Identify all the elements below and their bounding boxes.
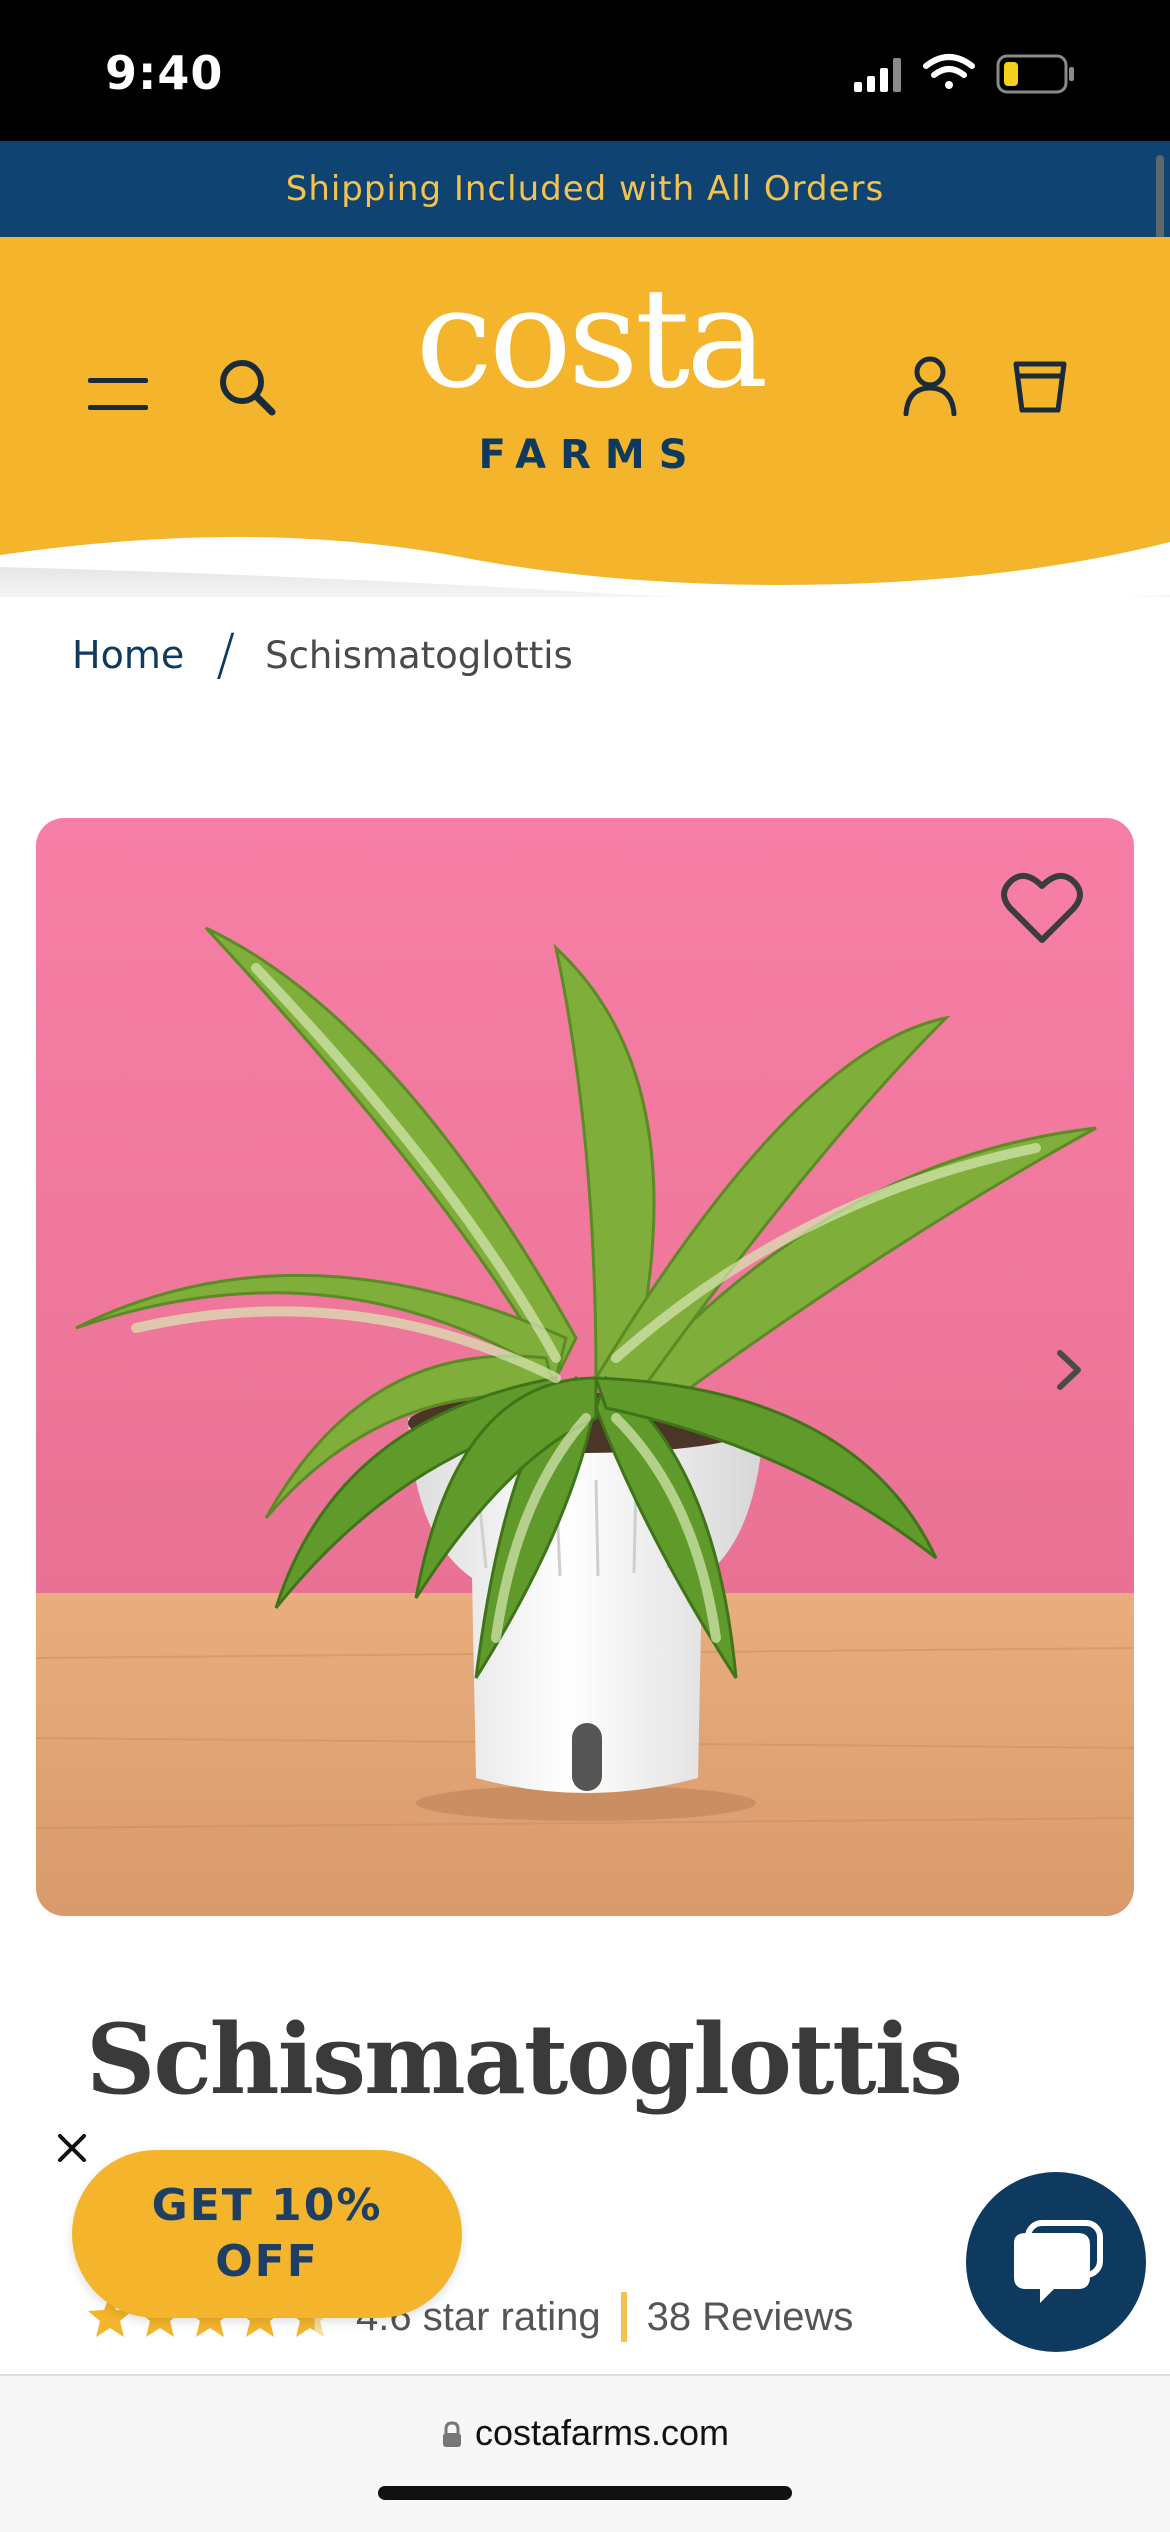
breadcrumb: Home / Schismatoglottis	[72, 620, 573, 690]
discount-button[interactable]: GET 10% OFF	[72, 2150, 462, 2318]
home-indicator[interactable]	[378, 2486, 792, 2500]
heart-icon[interactable]	[1000, 870, 1084, 946]
promo-text: Shipping Included with All Orders	[285, 169, 885, 209]
account-icon[interactable]	[902, 354, 958, 416]
lock-icon	[442, 2421, 461, 2448]
status-icons	[854, 52, 1114, 96]
rating-divider	[620, 2292, 627, 2342]
promo-banner[interactable]: Shipping Included with All Orders	[0, 141, 1170, 237]
logo-subtitle: FARMS	[478, 432, 702, 478]
search-icon[interactable]	[216, 356, 278, 418]
close-icon[interactable]	[50, 2126, 94, 2170]
status-time: 9:40	[105, 46, 224, 100]
battery-icon	[996, 54, 1074, 94]
breadcrumb-current: Schismatoglottis	[265, 633, 573, 677]
signal-icon	[854, 58, 901, 92]
cart-icon[interactable]	[1010, 358, 1070, 414]
wifi-icon	[923, 54, 975, 89]
breadcrumb-home-link[interactable]: Home	[72, 633, 184, 677]
chat-icon	[1014, 2220, 1103, 2303]
product-title: Schismatoglottis	[86, 2003, 963, 2116]
logo-wordmark[interactable]: costa	[400, 270, 780, 408]
reviews-link[interactable]: 38 Reviews	[647, 2295, 854, 2340]
status-bar: 9:40	[0, 0, 1170, 141]
chevron-right-icon[interactable]	[1050, 1345, 1090, 1395]
chat-button[interactable]	[966, 2172, 1146, 2352]
product-image[interactable]	[36, 818, 1134, 1916]
url-text: costafarms.com	[474, 2412, 730, 2453]
browser-address-bar[interactable]: costafarms.com	[0, 2374, 1170, 2532]
breadcrumb-separator: /	[216, 622, 236, 688]
menu-icon[interactable]	[86, 372, 152, 418]
discount-label: GET 10% OFF	[151, 2180, 383, 2287]
